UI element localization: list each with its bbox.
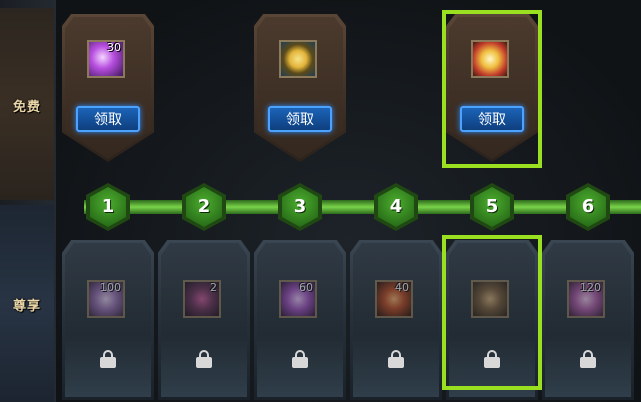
purple-claw-icon: 60	[279, 280, 317, 318]
level-node-3[interactable]: 3	[278, 183, 322, 231]
reward-quantity: 60	[299, 281, 313, 294]
level-number: 3	[293, 196, 307, 217]
vip-reward-card-4[interactable]: 40	[350, 240, 442, 400]
purple-fabric-icon: 100	[87, 280, 125, 318]
claim-button[interactable]: 领取	[268, 106, 332, 132]
reward-quantity: 2	[210, 281, 217, 294]
lock-icon	[196, 350, 212, 368]
selection-highlight-vip	[442, 235, 542, 390]
level-node-2[interactable]: 2	[182, 183, 226, 231]
vip-reward-card-2[interactable]: 2	[158, 240, 250, 400]
vip-tier-label: 尊享	[12, 299, 41, 314]
lock-icon	[388, 350, 404, 368]
vip-reward-card-1[interactable]: 100	[62, 240, 154, 400]
reward-panel: 30 领取 领取 领取 1 2 3 4 5 6 100 2 60 40 120	[56, 0, 641, 402]
lock-icon	[100, 350, 116, 368]
reward-quantity: 40	[395, 281, 409, 294]
pink-scroll-icon: 120	[567, 280, 605, 318]
reward-quantity: 30	[107, 41, 121, 54]
level-number: 2	[197, 196, 211, 217]
level-node-5[interactable]: 5	[470, 183, 514, 231]
level-number: 4	[389, 196, 403, 217]
lock-icon	[292, 350, 308, 368]
dark-orb-icon: 2	[183, 280, 221, 318]
fire-orb-icon: 40	[375, 280, 413, 318]
vip-tier-tab[interactable]: 尊享	[0, 205, 54, 402]
level-number: 6	[581, 196, 595, 217]
free-tier-label: 免费	[12, 100, 41, 115]
level-node-1[interactable]: 1	[86, 183, 130, 231]
level-number: 1	[101, 196, 115, 217]
free-tier-tab[interactable]: 免费	[0, 8, 54, 200]
purple-crystal-icon: 30	[87, 40, 125, 78]
level-node-4[interactable]: 4	[374, 183, 418, 231]
free-reward-card-1: 30 领取	[62, 14, 154, 162]
free-reward-card-3: 领取	[254, 14, 346, 162]
level-progress-track	[84, 200, 641, 214]
reward-quantity: 120	[580, 281, 601, 294]
vip-reward-card-6[interactable]: 120	[542, 240, 634, 400]
lock-icon	[580, 350, 596, 368]
gold-medal-icon	[279, 40, 317, 78]
selection-highlight-free	[442, 10, 542, 168]
vip-reward-card-3[interactable]: 60	[254, 240, 346, 400]
claim-button[interactable]: 领取	[76, 106, 140, 132]
category-sidebar: 免费 尊享	[0, 0, 57, 402]
reward-quantity: 100	[100, 281, 121, 294]
level-number: 5	[485, 196, 499, 217]
level-node-6[interactable]: 6	[566, 183, 610, 231]
